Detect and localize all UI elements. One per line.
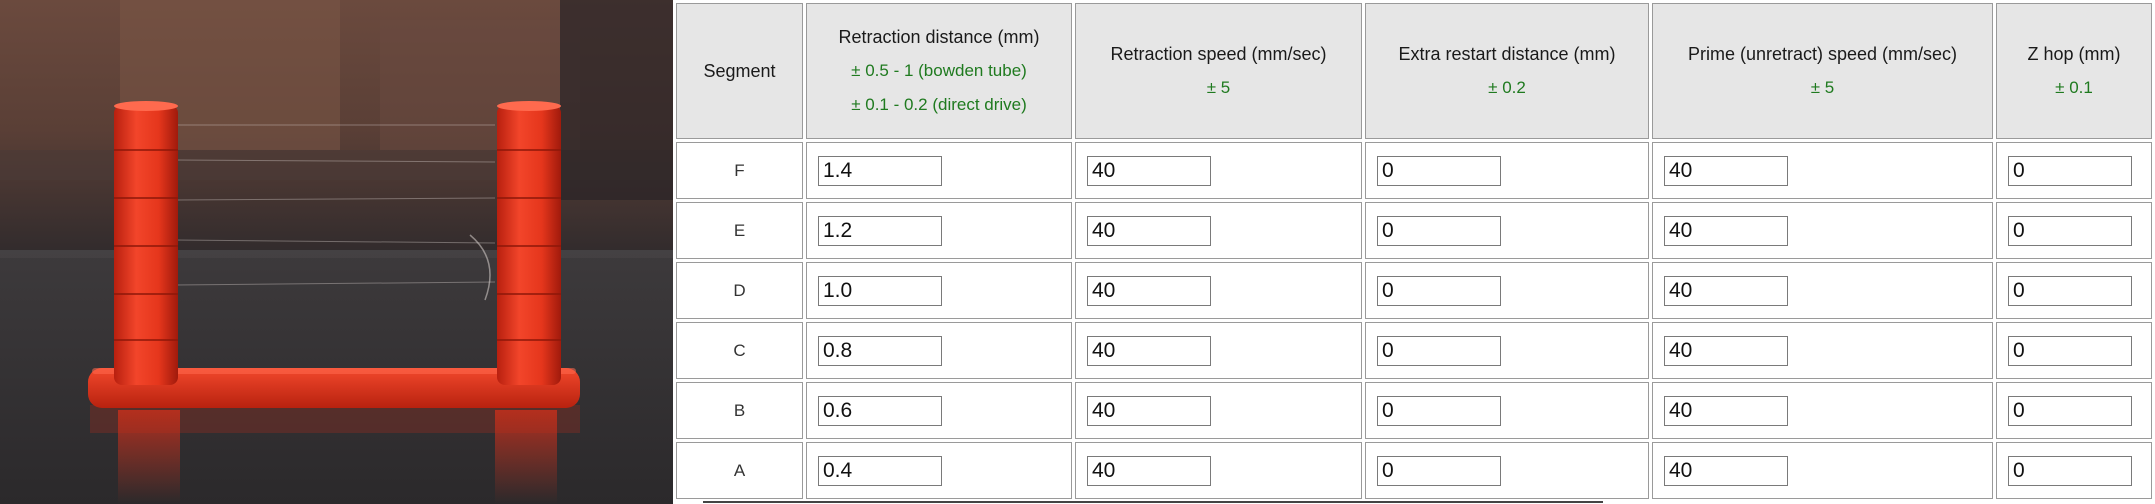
z-hop-input[interactable] (2008, 455, 2132, 486)
cell (1365, 382, 1649, 439)
header-z-hop: Z hop (mm) ± 0.1 (1996, 3, 2152, 139)
cell (1996, 322, 2152, 379)
tolerance: ± 5 (1810, 78, 1835, 97)
retraction-distance-input[interactable] (818, 395, 942, 426)
extra-restart-distance-input[interactable] (1377, 215, 1501, 246)
bottom-divider (703, 501, 1603, 503)
segment-label: F (676, 142, 803, 199)
cell (1996, 142, 2152, 199)
retraction-distance-input[interactable] (818, 455, 942, 486)
retraction-settings-panel: Segment Retraction distance (mm) ± 0.5 -… (673, 0, 2155, 504)
cell (806, 142, 1072, 199)
retraction-speed-input[interactable] (1087, 335, 1211, 366)
header-retraction-speed: Retraction speed (mm/sec) ± 5 (1075, 3, 1362, 139)
table-row: D (676, 262, 2152, 319)
cell (1652, 142, 1993, 199)
extra-restart-distance-input[interactable] (1377, 395, 1501, 426)
prime-speed-input[interactable] (1664, 455, 1788, 486)
photo-illustration (0, 0, 673, 504)
retraction-speed-input[interactable] (1087, 155, 1211, 186)
z-hop-input[interactable] (2008, 275, 2132, 306)
prime-speed-input[interactable] (1664, 215, 1788, 246)
extra-restart-distance-input[interactable] (1377, 275, 1501, 306)
prime-speed-input[interactable] (1664, 155, 1788, 186)
cell (1652, 262, 1993, 319)
header-segment: Segment (676, 3, 803, 139)
cell (806, 322, 1072, 379)
header-title: Extra restart distance (mm) (1398, 44, 1616, 64)
tolerance: ± 5 (1206, 78, 1231, 97)
retraction-speed-input[interactable] (1087, 275, 1211, 306)
cell (1652, 202, 1993, 259)
page: Segment Retraction distance (mm) ± 0.5 -… (0, 0, 2155, 504)
cell (1075, 442, 1362, 499)
retraction-distance-input[interactable] (818, 275, 942, 306)
segment-label: D (676, 262, 803, 319)
prime-speed-input[interactable] (1664, 335, 1788, 366)
cell (1365, 142, 1649, 199)
retraction-test-photo (0, 0, 673, 504)
tolerance-bowden: ± 0.5 - 1 (bowden tube) (851, 61, 1027, 80)
cell (806, 382, 1072, 439)
retraction-speed-input[interactable] (1087, 215, 1211, 246)
tolerance-direct-drive: ± 0.1 - 0.2 (direct drive) (851, 95, 1027, 114)
cell (1075, 202, 1362, 259)
z-hop-input[interactable] (2008, 155, 2132, 186)
z-hop-input[interactable] (2008, 395, 2132, 426)
cell (1996, 442, 2152, 499)
cell (1652, 382, 1993, 439)
table-row: C (676, 322, 2152, 379)
table-header-row: Segment Retraction distance (mm) ± 0.5 -… (676, 3, 2152, 139)
cell (1652, 322, 1993, 379)
extra-restart-distance-input[interactable] (1377, 455, 1501, 486)
cell (806, 202, 1072, 259)
segment-label: C (676, 322, 803, 379)
cell (1075, 142, 1362, 199)
header-extra-restart-distance: Extra restart distance (mm) ± 0.2 (1365, 3, 1649, 139)
prime-speed-input[interactable] (1664, 275, 1788, 306)
retraction-distance-input[interactable] (818, 335, 942, 366)
cell (1075, 382, 1362, 439)
tolerance: ± 0.1 (2055, 78, 2093, 97)
header-title: Z hop (mm) (2027, 44, 2121, 64)
retraction-settings-table: Segment Retraction distance (mm) ± 0.5 -… (673, 0, 2155, 502)
prime-speed-input[interactable] (1664, 395, 1788, 426)
cell (1996, 262, 2152, 319)
header-title: Retraction distance (mm) (838, 27, 1040, 47)
cell (1365, 322, 1649, 379)
retraction-speed-input[interactable] (1087, 395, 1211, 426)
retraction-distance-input[interactable] (818, 215, 942, 246)
cell (1365, 262, 1649, 319)
cell (1365, 202, 1649, 259)
segment-label: E (676, 202, 803, 259)
retraction-speed-input[interactable] (1087, 455, 1211, 486)
cell (806, 262, 1072, 319)
header-title: Retraction speed (mm/sec) (1110, 44, 1327, 64)
tolerance: ± 0.2 (1488, 78, 1526, 97)
extra-restart-distance-input[interactable] (1377, 335, 1501, 366)
table-row: A (676, 442, 2152, 499)
z-hop-input[interactable] (2008, 335, 2132, 366)
cell (1996, 202, 2152, 259)
cell (1652, 442, 1993, 499)
cell (806, 442, 1072, 499)
segment-label: A (676, 442, 803, 499)
cell (1365, 442, 1649, 499)
cell (1075, 322, 1362, 379)
header-title: Prime (unretract) speed (mm/sec) (1687, 44, 1958, 64)
extra-restart-distance-input[interactable] (1377, 155, 1501, 186)
table-row: B (676, 382, 2152, 439)
cell (1075, 262, 1362, 319)
retraction-distance-input[interactable] (818, 155, 942, 186)
segment-label: B (676, 382, 803, 439)
cell (1996, 382, 2152, 439)
header-title: Segment (703, 61, 776, 81)
z-hop-input[interactable] (2008, 215, 2132, 246)
table-row: F (676, 142, 2152, 199)
header-prime-speed: Prime (unretract) speed (mm/sec) ± 5 (1652, 3, 1993, 139)
header-retraction-distance: Retraction distance (mm) ± 0.5 - 1 (bowd… (806, 3, 1072, 139)
table-row: E (676, 202, 2152, 259)
